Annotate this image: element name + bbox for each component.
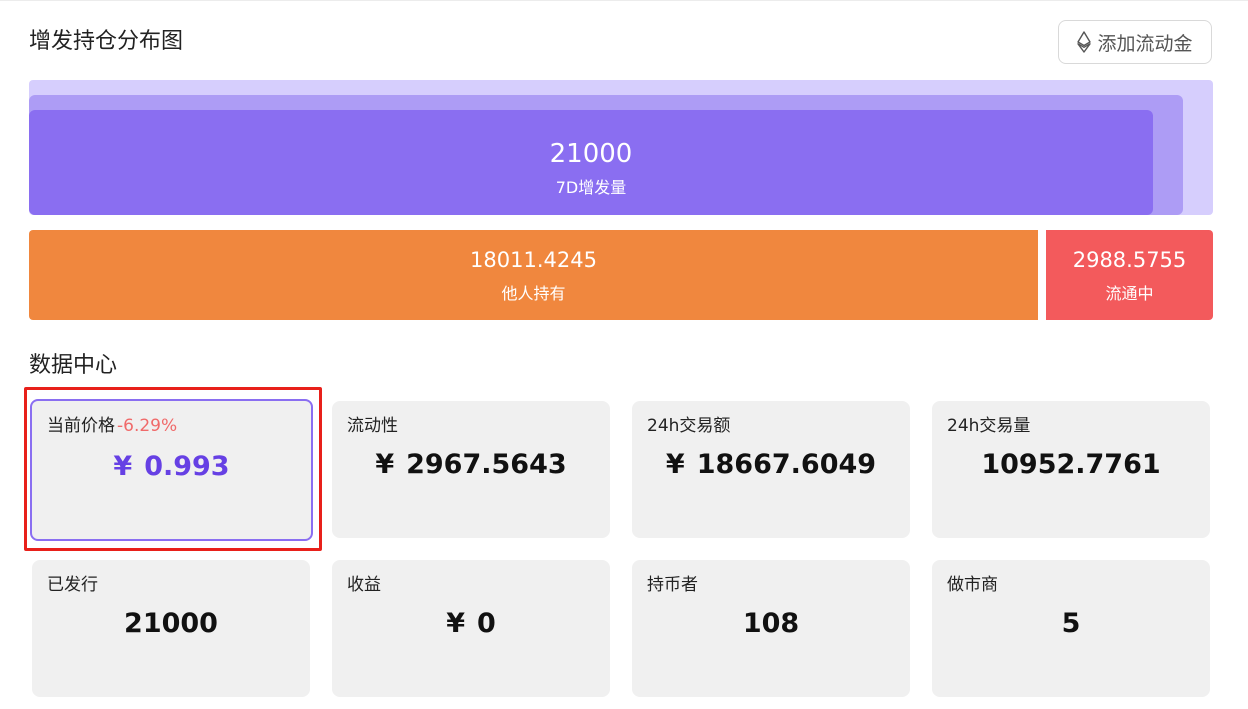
card-label: 24h交易额 <box>647 416 731 436</box>
circulating-amount: 2988.5755 <box>1072 248 1187 272</box>
add-liquidity-label: 添加流动金 <box>1097 32 1193 55</box>
card-holders[interactable]: 持币者 108 <box>632 560 910 697</box>
others-holding-label: 他人持有 <box>501 284 566 303</box>
card-label: 流动性 <box>347 416 398 436</box>
card-label: 已发行 <box>47 575 98 595</box>
data-center-title: 数据中心 <box>29 353 118 378</box>
card-label: 收益 <box>347 575 381 595</box>
price-change: -6.29% <box>117 416 178 436</box>
card-value: 108 <box>742 608 800 639</box>
card-24h-volume[interactable]: 24h交易量 10952.7761 <box>932 401 1210 538</box>
ethereum-diamond-icon <box>1077 31 1092 53</box>
circulating-bar: 2988.5755 流通中 <box>1046 230 1213 320</box>
card-value: 10952.7761 <box>981 449 1161 480</box>
card-issued[interactable]: 已发行 21000 <box>32 560 310 697</box>
mint-bar: 21000 7D增发量 <box>29 110 1153 215</box>
others-holding-bar: 18011.4245 他人持有 <box>29 230 1038 320</box>
card-value: 5 <box>1061 608 1081 639</box>
card-value: 21000 <box>124 608 218 639</box>
top-divider <box>0 0 1248 1</box>
mint-label: 7D增发量 <box>555 178 627 197</box>
card-label: 做市商 <box>947 575 998 595</box>
add-liquidity-button[interactable]: 添加流动金 <box>1058 20 1212 64</box>
card-value: ¥2967.5643 <box>375 449 567 480</box>
card-current-price[interactable]: 当前价格 -6.29% ¥0.993 <box>30 399 313 541</box>
card-value: ¥18667.6049 <box>665 449 877 480</box>
card-value: ¥0 <box>446 608 496 639</box>
card-24h-turnover[interactable]: 24h交易额 ¥18667.6049 <box>632 401 910 538</box>
card-label: 当前价格 -6.29% <box>47 416 178 436</box>
others-holding-amount: 18011.4245 <box>470 248 597 272</box>
circulating-label: 流通中 <box>1105 284 1154 303</box>
mint-amount: 21000 <box>549 139 633 169</box>
card-label: 持币者 <box>647 575 698 595</box>
card-label: 24h交易量 <box>947 416 1031 436</box>
distribution-title: 增发持仓分布图 <box>29 29 184 54</box>
card-market-makers[interactable]: 做市商 5 <box>932 560 1210 697</box>
card-liquidity[interactable]: 流动性 ¥2967.5643 <box>332 401 610 538</box>
card-earnings[interactable]: 收益 ¥0 <box>332 560 610 697</box>
card-value: ¥0.993 <box>113 451 230 482</box>
